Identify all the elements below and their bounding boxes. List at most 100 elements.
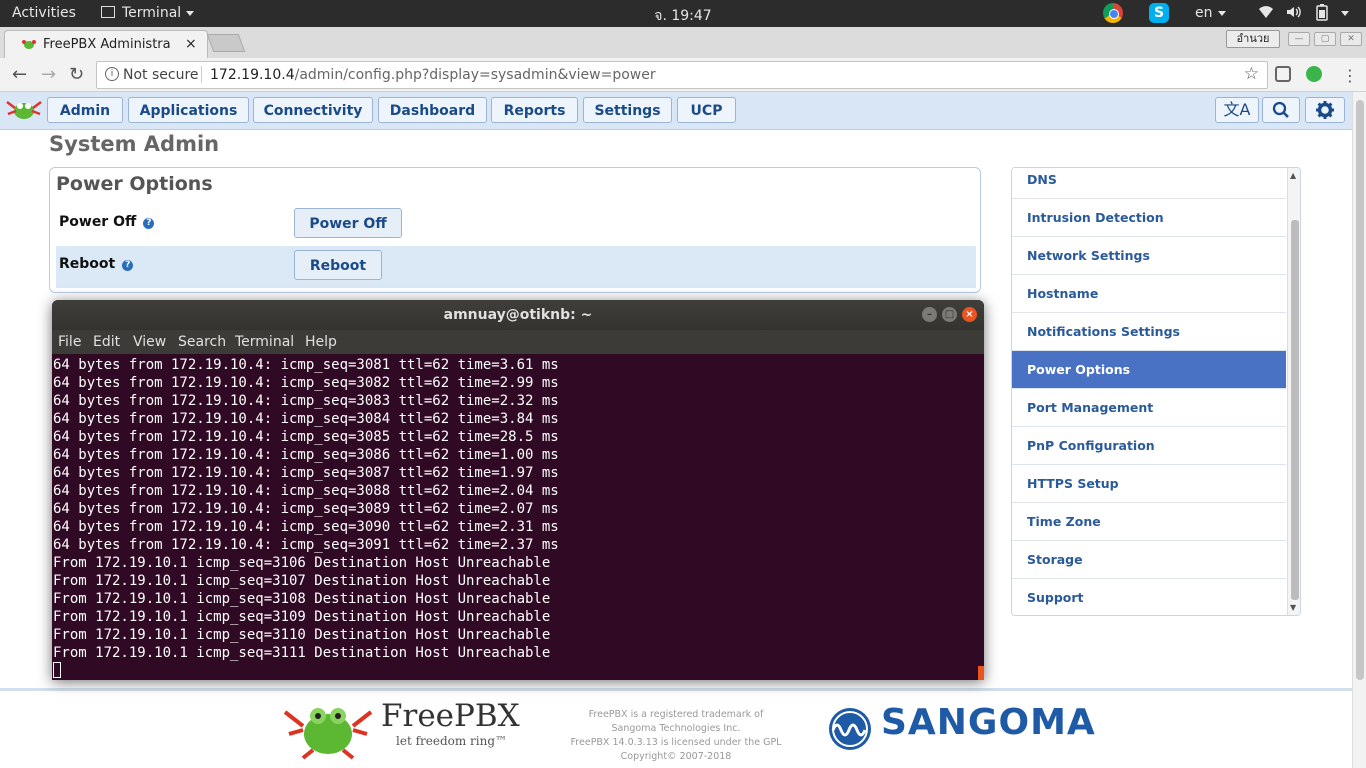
chevron-down-icon (1341, 10, 1349, 16)
close-window-icon[interactable]: ✕ (1340, 32, 1362, 46)
sangoma-logo[interactable]: SANGOMA (827, 702, 1137, 754)
share-extension-icon[interactable] (1306, 66, 1322, 82)
sidebar-item-port-management[interactable]: Port Management (1012, 389, 1286, 427)
minimize-icon[interactable]: – (922, 307, 937, 322)
footer-tagline: let freedom ring™ (396, 734, 508, 748)
menu-edit[interactable]: Edit (93, 334, 120, 350)
sidebar-item-pnp-configuration[interactable]: PnP Configuration (1012, 427, 1286, 465)
language-label: en (1195, 5, 1213, 21)
maximize-icon[interactable]: □ (942, 307, 957, 322)
terminal-line: 64 bytes from 172.19.10.4: icmp_seq=3091… (53, 537, 559, 553)
terminal-line: From 172.19.10.1 icmp_seq=3107 Destinati… (53, 573, 551, 589)
volume-icon[interactable] (1285, 4, 1301, 24)
terminal-line: From 172.19.10.1 icmp_seq=3111 Destinati… (53, 645, 551, 661)
reboot-button[interactable]: Reboot (294, 250, 382, 280)
nav-dashboard[interactable]: Dashboard (378, 97, 487, 123)
close-icon[interactable]: × (962, 307, 977, 322)
power-off-button[interactable]: Power Off (294, 208, 402, 238)
freepbx-footer-logo[interactable]: FreePBX let freedom ring™ (283, 698, 523, 768)
power-off-row: Power Off? Power Off (56, 204, 976, 246)
search-icon[interactable] (1262, 97, 1300, 123)
url-host: 172.19.10.4 (210, 67, 295, 83)
menu-help[interactable]: Help (305, 334, 337, 350)
chrome-icon[interactable] (1103, 3, 1123, 23)
chat-extension-icon[interactable] (1275, 66, 1291, 82)
terminal-line: 64 bytes from 172.19.10.4: icmp_seq=3090… (53, 519, 559, 535)
sangoma-globe-icon (829, 708, 871, 750)
battery-icon[interactable] (1316, 4, 1328, 25)
menu-search[interactable]: Search (178, 334, 226, 350)
nav-connectivity[interactable]: Connectivity (253, 97, 373, 123)
scroll-up-icon[interactable]: ▲ (1290, 171, 1296, 180)
sidebar-item-storage[interactable]: Storage (1012, 541, 1286, 579)
sidebar-item-time-zone[interactable]: Time Zone (1012, 503, 1286, 541)
sidebar-scrollbar[interactable]: ▲ ▼ (1287, 168, 1300, 615)
menu-view[interactable]: View (133, 334, 166, 350)
sidebar-item-network-settings[interactable]: Network Settings (1012, 237, 1286, 275)
browser-tab[interactable]: FreePBX Administra × (4, 30, 208, 59)
terminal-scroll-indicator[interactable] (978, 666, 984, 680)
nav-settings[interactable]: Settings (583, 97, 672, 123)
url-text[interactable]: 172.19.10.4/admin/config.php?display=sys… (210, 67, 656, 83)
scroll-down-icon[interactable]: ▼ (1290, 603, 1296, 612)
browser-tab-strip: FreePBX Administra × อำนวย — ▢ ✕ (0, 27, 1366, 59)
footer-notice: FreePBX is a registered trademark of San… (560, 708, 792, 764)
terminal-window[interactable]: amnuay@otiknb: ~ – □ × File Edit View Se… (52, 300, 984, 680)
browser-toolbar: ← → ↻ i Not secure 172.19.10.4/admin/con… (0, 58, 1366, 92)
sidebar-item-notifications-settings[interactable]: Notifications Settings (1012, 313, 1286, 351)
not-secure-label[interactable]: Not secure (123, 67, 199, 83)
nav-reports[interactable]: Reports (491, 97, 578, 123)
freepbx-logo-icon[interactable] (6, 98, 42, 120)
reboot-row: Reboot? Reboot (56, 246, 976, 288)
forward-icon[interactable]: → (41, 64, 56, 85)
nav-admin[interactable]: Admin (47, 97, 123, 123)
info-icon[interactable]: i (105, 67, 119, 81)
sidebar-item-dns[interactable]: DNS (1012, 168, 1286, 199)
profile-button[interactable]: อำนวย (1226, 30, 1280, 48)
bookmark-star-icon[interactable]: ☆ (1244, 64, 1259, 84)
sidebar-item-power-options[interactable]: Power Options (1012, 351, 1286, 389)
terminal-line: From 172.19.10.1 icmp_seq=3106 Destinati… (53, 555, 551, 571)
menu-file[interactable]: File (58, 334, 81, 350)
sangoma-wordmark: SANGOMA (881, 702, 1096, 743)
translate-icon[interactable]: 文A (1215, 97, 1259, 123)
system-menu[interactable] (1336, 5, 1349, 21)
section-title: Power Options (56, 173, 213, 195)
terminal-titlebar[interactable]: amnuay@otiknb: ~ – □ × (52, 300, 984, 330)
url-path: /admin/config.php?display=sysadmin&view=… (294, 67, 656, 83)
help-icon[interactable]: ? (143, 218, 155, 229)
sidebar-scroll-thumb[interactable] (1291, 220, 1299, 600)
reload-icon[interactable]: ↻ (69, 64, 84, 85)
page-scroll-thumb[interactable] (1356, 100, 1364, 680)
gear-icon[interactable] (1305, 97, 1345, 123)
tab-close-icon[interactable]: × (185, 36, 197, 52)
power-off-label-text: Power Off (59, 214, 137, 230)
power-options-panel: Power Options Power Off? Power Off Reboo… (49, 167, 981, 293)
address-bar[interactable]: i Not secure 172.19.10.4/admin/config.ph… (96, 61, 1268, 89)
terminal-line: 64 bytes from 172.19.10.4: icmp_seq=3083… (53, 393, 559, 409)
skype-icon[interactable]: S (1149, 3, 1169, 23)
back-icon[interactable]: ← (12, 64, 27, 85)
nav-ucp[interactable]: UCP (677, 97, 736, 123)
terminal-cursor (53, 662, 61, 678)
sidebar-item-support[interactable]: Support (1012, 579, 1286, 615)
terminal-line: 64 bytes from 172.19.10.4: icmp_seq=3081… (53, 357, 559, 373)
nav-applications[interactable]: Applications (128, 97, 249, 123)
page-scrollbar[interactable] (1352, 92, 1366, 768)
browser-menu-icon[interactable]: ⋮ (1342, 66, 1358, 85)
gnome-top-bar: Activities Terminal จ. 19:47 S en (0, 0, 1366, 27)
tab-title: FreePBX Administra (43, 37, 171, 52)
menu-terminal[interactable]: Terminal (235, 334, 294, 350)
wifi-icon[interactable] (1258, 4, 1274, 24)
maximize-window-icon[interactable]: ▢ (1314, 32, 1336, 46)
sidebar-item-hostname[interactable]: Hostname (1012, 275, 1286, 313)
power-off-label: Power Off? (59, 214, 155, 230)
terminal-prompt-line (53, 662, 973, 680)
terminal-output[interactable]: 64 bytes from 172.19.10.4: icmp_seq=3081… (53, 356, 973, 680)
sidebar-item-intrusion-detection[interactable]: Intrusion Detection (1012, 199, 1286, 237)
sidebar-item-https-setup[interactable]: HTTPS Setup (1012, 465, 1286, 503)
language-menu[interactable]: en (1195, 5, 1226, 21)
help-icon[interactable]: ? (122, 260, 134, 271)
minimize-window-icon[interactable]: — (1288, 32, 1310, 46)
new-tab-button[interactable] (206, 34, 246, 52)
